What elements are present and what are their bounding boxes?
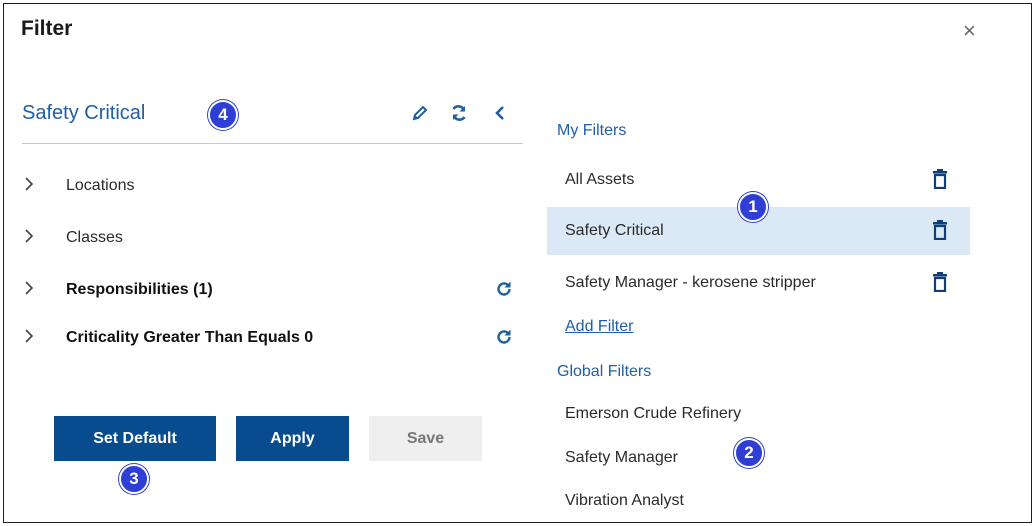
trash-icon[interactable] [933, 220, 947, 241]
chevron-right-icon[interactable] [24, 229, 44, 247]
my-filters-title: My Filters [557, 122, 627, 139]
callout-badge-4: 4 [208, 100, 238, 130]
criteria-row-locations[interactable]: Locations [22, 174, 523, 198]
chevron-right-icon[interactable] [24, 329, 44, 347]
global-filters-title: Global Filters [557, 363, 652, 380]
criteria-label: Responsibilities (1) [66, 281, 213, 298]
sync-icon[interactable] [448, 101, 470, 125]
chevron-right-icon[interactable] [24, 281, 44, 299]
trash-icon[interactable] [933, 272, 947, 293]
current-filter-name: Safety Critical [22, 102, 146, 124]
callout-badge-1: 1 [738, 192, 768, 222]
chevron-right-icon[interactable] [24, 177, 44, 195]
global-filter-item[interactable]: Safety Manager [565, 449, 678, 467]
criteria-label: Locations [66, 177, 135, 194]
header-divider [22, 143, 523, 144]
add-filter-link[interactable]: Add Filter [565, 318, 633, 336]
callout-badge-2: 2 [734, 438, 764, 468]
criteria-row-classes[interactable]: Classes [22, 226, 523, 250]
global-filter-item[interactable]: Vibration Analyst [565, 492, 684, 510]
my-filter-item-safety-manager-kerosene[interactable]: Safety Manager - kerosene stripper [547, 259, 970, 307]
callout-badge-3: 3 [119, 464, 149, 494]
apply-button[interactable]: Apply [236, 416, 349, 461]
chevron-left-icon[interactable] [489, 101, 511, 125]
global-filter-item[interactable]: Emerson Crude Refinery [565, 405, 741, 423]
set-default-button[interactable]: Set Default [54, 416, 216, 461]
criteria-label: Classes [66, 229, 123, 246]
filter-label: All Assets [565, 171, 635, 188]
close-icon[interactable]: × [963, 20, 976, 42]
criteria-label: Criticality Greater Than Equals 0 [66, 329, 314, 346]
trash-icon[interactable] [933, 169, 947, 190]
refresh-icon[interactable] [495, 328, 513, 351]
filter-label: Safety Manager - kerosene stripper [565, 274, 816, 291]
save-button[interactable]: Save [369, 416, 482, 461]
filter-label: Safety Critical [565, 222, 664, 239]
criteria-row-criticality[interactable]: Criticality Greater Than Equals 0 [22, 326, 523, 350]
refresh-icon[interactable] [495, 280, 513, 303]
criteria-row-responsibilities[interactable]: Responsibilities (1) [22, 278, 523, 302]
pencil-icon[interactable] [409, 101, 431, 125]
dialog-title: Filter [21, 17, 73, 40]
